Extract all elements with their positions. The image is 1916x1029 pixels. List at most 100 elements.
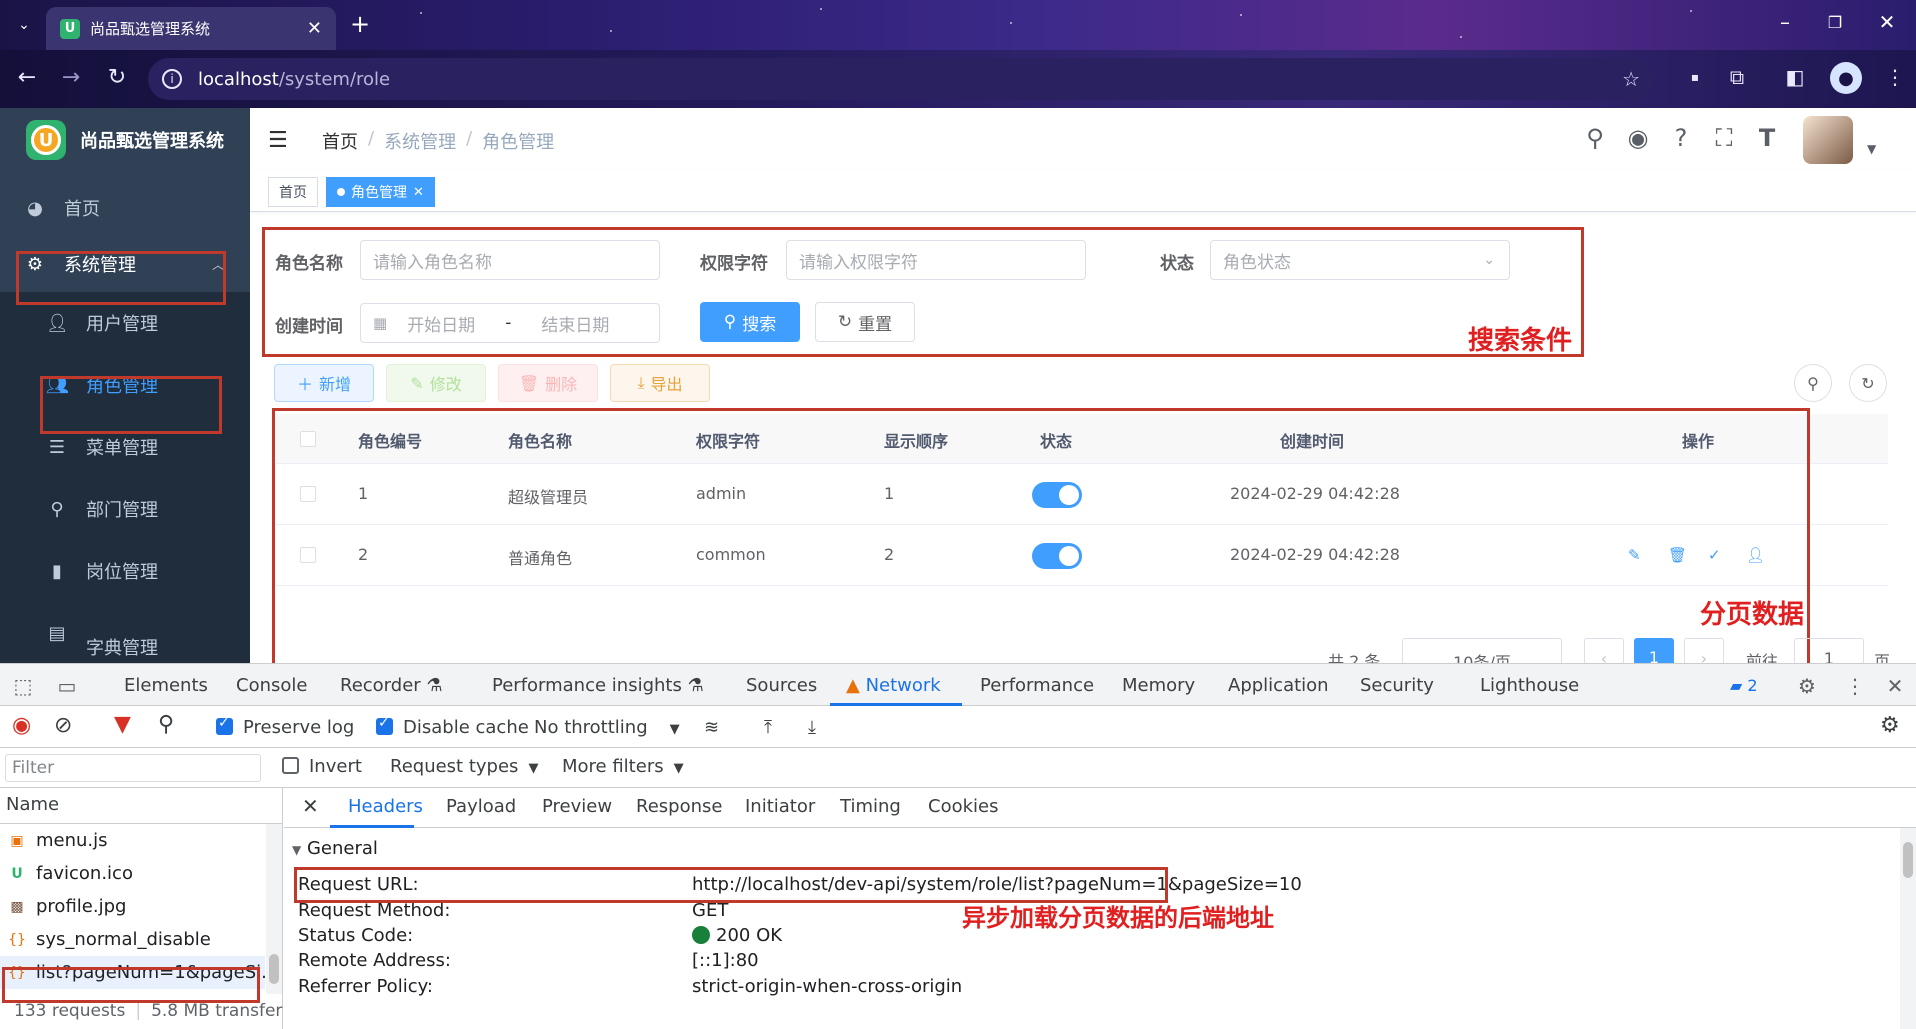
- sidebar-item-home[interactable]: ◕ 首页: [0, 180, 250, 236]
- back-icon[interactable]: ←: [12, 65, 42, 90]
- minimize-icon[interactable]: –: [1770, 10, 1800, 34]
- upload-icon[interactable]: ⤒: [764, 717, 772, 738]
- device-toolbar-icon[interactable]: ▭: [54, 674, 80, 698]
- tab-close-icon[interactable]: ✕: [307, 18, 322, 39]
- close-detail-icon[interactable]: ✕: [302, 794, 319, 818]
- toggle-search-icon[interactable]: ⚲: [1794, 364, 1832, 402]
- record-stop-icon[interactable]: ◉: [12, 713, 31, 738]
- export-button[interactable]: ⤓ 导出: [610, 364, 710, 402]
- bookmark-star-icon[interactable]: ☆: [1622, 67, 1640, 91]
- tab-memory[interactable]: Memory: [1122, 675, 1195, 696]
- reload-icon[interactable]: ↻: [102, 65, 132, 90]
- sidebar-item-post[interactable]: ▮ 岗位管理: [0, 540, 250, 602]
- refresh-icon[interactable]: ↻: [1849, 364, 1887, 402]
- tab-search-icon[interactable]: ⌄: [12, 13, 36, 37]
- next-page-icon[interactable]: ›: [1684, 638, 1724, 668]
- restore-icon[interactable]: ❐: [1820, 13, 1850, 32]
- request-row[interactable]: Ufavicon.ico: [0, 857, 265, 890]
- tab-initiator[interactable]: Initiator: [745, 796, 815, 817]
- scrollbar-thumb[interactable]: [269, 954, 279, 984]
- breadcrumb-item[interactable]: 首页: [322, 128, 358, 154]
- network-conditions-icon[interactable]: ≋: [704, 717, 719, 738]
- referrer-policy-value: strict-origin-when-cross-origin: [692, 976, 963, 997]
- detail-scrollbar[interactable]: [1900, 828, 1916, 1029]
- inspect-element-icon[interactable]: ⬚: [10, 674, 36, 698]
- site-info-icon[interactable]: i: [162, 69, 182, 89]
- profile-avatar-icon[interactable]: ●: [1830, 62, 1862, 94]
- goto-page-input[interactable]: 1: [1794, 638, 1864, 668]
- forward-icon[interactable]: →: [56, 65, 86, 90]
- scrollbar-thumb[interactable]: [1903, 842, 1913, 878]
- tab-console[interactable]: Console: [236, 675, 307, 696]
- tab-performance-insights[interactable]: Performance insights ⚗: [492, 675, 704, 696]
- new-tab-icon[interactable]: +: [350, 10, 370, 38]
- invert-checkbox[interactable]: Invert: [282, 756, 362, 777]
- user-avatar[interactable]: [1803, 116, 1853, 164]
- tab-timing[interactable]: Timing: [840, 796, 901, 817]
- throttling-select[interactable]: No throttling ▼: [534, 717, 680, 738]
- tab-cookies[interactable]: Cookies: [928, 796, 998, 817]
- disable-cache-checkbox[interactable]: Disable cache: [376, 715, 529, 738]
- tab-security[interactable]: Security: [1360, 675, 1434, 696]
- request-types-dropdown[interactable]: Request types ▼: [390, 756, 538, 777]
- filter-input[interactable]: Filter: [5, 754, 261, 782]
- tab-network[interactable]: ▲ Network: [846, 675, 941, 696]
- tab-recorder[interactable]: Recorder ⚗: [340, 675, 443, 696]
- more-filters-dropdown[interactable]: More filters ▼: [562, 756, 684, 777]
- filter-icon[interactable]: ▼: [114, 712, 131, 737]
- delete-button[interactable]: 🗑︎ 删除: [498, 364, 598, 402]
- general-section-toggle[interactable]: ▼ General: [292, 838, 378, 859]
- edit-button[interactable]: ✎ 修改: [386, 364, 486, 402]
- settings-icon[interactable]: ⚙: [1794, 674, 1820, 698]
- window-close-icon[interactable]: ✕: [1872, 10, 1902, 34]
- hamburger-icon[interactable]: ☰: [268, 128, 288, 153]
- download-icon[interactable]: ⤓: [808, 717, 816, 738]
- tab-preview[interactable]: Preview: [542, 796, 612, 817]
- clear-icon[interactable]: ⊘: [54, 713, 72, 738]
- tag-home[interactable]: 首页: [268, 177, 318, 207]
- question-icon[interactable]: ?: [1666, 124, 1696, 152]
- request-list-scrollbar[interactable]: [266, 824, 282, 994]
- sidebar-item-dept[interactable]: ⚲ 部门管理: [0, 478, 250, 540]
- request-row[interactable]: {} sys_normal_disable: [0, 923, 265, 956]
- sidebar-item-dict[interactable]: ▤ 字典管理: [0, 602, 250, 664]
- github-icon[interactable]: ◉: [1623, 124, 1653, 152]
- request-row[interactable]: ▣ menu.js: [0, 824, 265, 857]
- puzzle-icon[interactable]: ⧉: [1722, 65, 1752, 89]
- tab-response[interactable]: Response: [636, 796, 722, 817]
- more-options-icon[interactable]: ⋮: [1842, 674, 1868, 698]
- font-size-icon[interactable]: T: [1752, 124, 1782, 152]
- close-devtools-icon[interactable]: ✕: [1882, 674, 1908, 698]
- request-row[interactable]: ▩ profile.jpg: [0, 890, 265, 923]
- fullscreen-icon[interactable]: ⛶: [1709, 124, 1739, 152]
- app-logo[interactable]: U 尚品甄选管理系统: [0, 108, 250, 172]
- extension-icon[interactable]: ▪: [1680, 70, 1710, 84]
- tab-lighthouse[interactable]: Lighthouse: [1480, 675, 1579, 696]
- tab-headers[interactable]: Headers: [348, 796, 423, 817]
- message-icon: ▰: [1730, 676, 1743, 695]
- tag-role[interactable]: 角色管理 ✕: [326, 177, 435, 207]
- caret-down-icon: ▼: [528, 761, 539, 776]
- tab-payload[interactable]: Payload: [446, 796, 516, 817]
- close-icon[interactable]: ✕: [413, 185, 424, 200]
- issues-badge[interactable]: ▰ 2: [1730, 676, 1758, 695]
- prev-page-icon[interactable]: ‹: [1584, 638, 1624, 668]
- tab-performance[interactable]: Performance: [980, 675, 1094, 696]
- side-panel-icon[interactable]: ◧: [1780, 65, 1810, 89]
- preserve-log-checkbox[interactable]: Preserve log: [216, 715, 354, 738]
- browser-menu-icon[interactable]: ⋮: [1880, 65, 1910, 89]
- address-bar[interactable]: i localhost/system/role ☆: [148, 58, 1654, 100]
- tab-elements[interactable]: Elements: [124, 675, 208, 696]
- tab-sources[interactable]: Sources: [746, 675, 817, 696]
- search-icon[interactable]: ⚲: [1580, 124, 1610, 152]
- page-number-1[interactable]: 1: [1634, 638, 1674, 667]
- caret-down-icon[interactable]: ▼: [1867, 142, 1876, 156]
- browser-tab[interactable]: U 尚品甄选管理系统 ✕: [46, 7, 336, 50]
- tab-application[interactable]: Application: [1228, 675, 1329, 696]
- search-icon[interactable]: ⚲: [158, 712, 174, 737]
- name-column-header[interactable]: Name: [0, 788, 283, 824]
- page-size-select[interactable]: 10条/页: [1402, 638, 1562, 672]
- breadcrumb-item[interactable]: 系统管理: [384, 128, 456, 154]
- network-settings-icon[interactable]: ⚙: [1880, 713, 1900, 738]
- add-button[interactable]: ＋ 新增: [274, 364, 374, 402]
